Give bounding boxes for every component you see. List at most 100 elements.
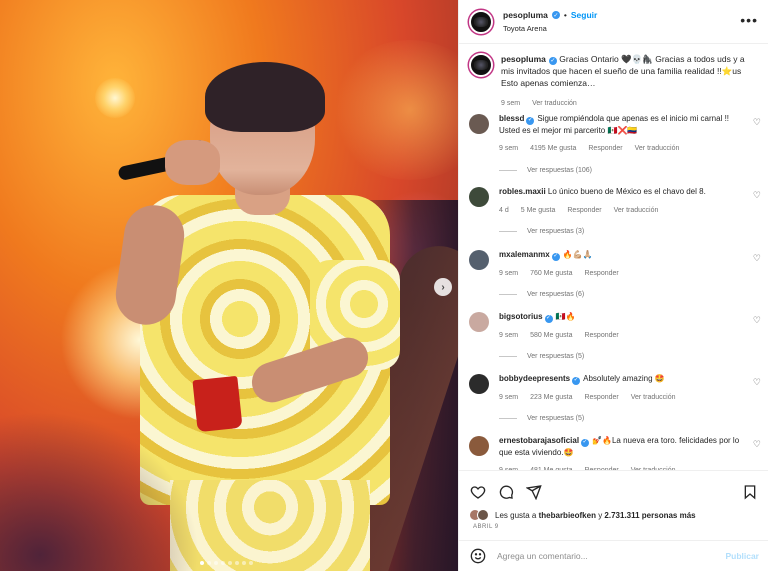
comment-meta: 4 d 5 Me gusta Responder Ver traducción bbox=[499, 205, 744, 217]
view-replies-label[interactable]: Ver respuestas (5) bbox=[527, 353, 584, 360]
comment-username[interactable]: bigsotorius bbox=[499, 312, 543, 321]
comment-input[interactable]: Agrega un comentario... bbox=[497, 551, 588, 561]
post-side-panel: pesopluma ✓ • Seguir Toyota Arena ••• pe… bbox=[458, 0, 768, 571]
comment-time[interactable]: 9 sem bbox=[499, 330, 518, 342]
next-photo-button[interactable]: › bbox=[434, 278, 452, 296]
translate-link[interactable]: Ver traducción bbox=[614, 205, 659, 217]
replies-line bbox=[499, 294, 517, 296]
comment-body: ernestobarajasoficial ✓ 💅🔥La nueva era tor… bbox=[499, 435, 744, 470]
view-replies[interactable]: Ver respuestas (5) bbox=[499, 353, 768, 360]
comment-like-icon[interactable]: ♡ bbox=[753, 117, 761, 128]
comment-text: 🔥💪🏼🙏🏼 bbox=[562, 250, 593, 259]
comment-time[interactable]: 9 sem bbox=[499, 392, 518, 404]
post-photo[interactable]: › bbox=[0, 0, 458, 571]
translate-link[interactable]: Ver traducción bbox=[631, 392, 676, 404]
verified-icon: ✓ bbox=[581, 438, 590, 447]
comment-meta: 9 sem 223 Me gusta Responder Ver traducción bbox=[499, 392, 744, 404]
verified-icon: ✓ bbox=[544, 314, 553, 323]
caption: pesopluma ✓ Gracias Ontario 🖤💀🦍 Gracias a… bbox=[459, 45, 768, 110]
comment-like-icon[interactable]: ♡ bbox=[753, 253, 761, 264]
translate-link[interactable]: Ver traducción bbox=[635, 143, 680, 155]
reply-button[interactable]: Responder bbox=[588, 143, 622, 155]
replies-line bbox=[499, 418, 517, 420]
post-date[interactable]: ABRIL 9 bbox=[459, 521, 768, 530]
likes-summary: Les gusta a thebarbieofken y 2.731.311 p… bbox=[459, 501, 768, 521]
carousel-dot bbox=[228, 561, 232, 565]
comment-avatar[interactable] bbox=[469, 250, 489, 270]
comment-username[interactable]: bobbydeepresents bbox=[499, 374, 570, 383]
location-link[interactable]: Toyota Arena bbox=[503, 24, 597, 33]
view-replies-label[interactable]: Ver respuestas (6) bbox=[527, 291, 584, 298]
comment-like-icon[interactable]: ♡ bbox=[753, 377, 761, 388]
reply-button[interactable]: Responder bbox=[584, 268, 618, 280]
comment-like-icon[interactable]: ♡ bbox=[753, 439, 761, 450]
likes-user[interactable]: thebarbieofken bbox=[539, 511, 596, 520]
comment-avatar[interactable] bbox=[469, 374, 489, 394]
comment-block: bigsotorius ✓ 🇲🇽🔥 9 sem 580 Me gusta Responde… bbox=[459, 311, 768, 360]
post-header: pesopluma ✓ • Seguir Toyota Arena ••• bbox=[459, 0, 768, 44]
reply-button[interactable]: Responder bbox=[567, 205, 601, 217]
comment-time[interactable]: 9 sem bbox=[499, 268, 518, 280]
bookmark-icon[interactable] bbox=[741, 483, 759, 501]
comment-time[interactable]: 4 d bbox=[499, 205, 509, 217]
verified-icon: ✓ bbox=[572, 376, 581, 385]
comment-block: ernestobarajasoficial ✓ 💅🔥La nueva era tor… bbox=[459, 435, 768, 470]
comment-text: 🇲🇽🔥 bbox=[555, 312, 576, 321]
comment: bigsotorius ✓ 🇲🇽🔥 9 sem 580 Me gusta Responde… bbox=[459, 311, 768, 341]
comment-likes[interactable]: 223 Me gusta bbox=[530, 392, 572, 404]
likes-and: y bbox=[598, 510, 603, 520]
reply-button[interactable]: Responder bbox=[584, 330, 618, 342]
comment-username[interactable]: mxalemanmx bbox=[499, 250, 550, 259]
comment-likes[interactable]: 760 Me gusta bbox=[530, 268, 572, 280]
comments-scroll[interactable]: pesopluma ✓ Gracias Ontario 🖤💀🦍 Gracias a… bbox=[459, 45, 768, 470]
comment-like-icon[interactable]: ♡ bbox=[753, 190, 761, 201]
add-comment-bar: Agrega un comentario... Publicar bbox=[459, 540, 768, 570]
comment-likes[interactable]: 580 Me gusta bbox=[530, 330, 572, 342]
comment: mxalemanmx ✓ 🔥💪🏼🙏🏼 9 sem 760 Me gusta Respond… bbox=[459, 249, 768, 279]
view-replies-label[interactable]: Ver respuestas (3) bbox=[527, 228, 584, 235]
comment-body: bigsotorius ✓ 🇲🇽🔥 9 sem 580 Me gusta Responde… bbox=[499, 311, 744, 341]
comment-avatar[interactable] bbox=[469, 114, 489, 134]
carousel-dot bbox=[235, 561, 239, 565]
comment-block: robles.maxii Lo único bueno de México es… bbox=[459, 186, 768, 235]
header-username[interactable]: pesopluma bbox=[503, 10, 548, 20]
likes-count[interactable]: 2.731.311 personas más bbox=[604, 511, 695, 520]
carousel-dot bbox=[242, 561, 246, 565]
emoji-icon[interactable] bbox=[469, 547, 487, 565]
publish-button[interactable]: Publicar bbox=[725, 551, 759, 561]
view-replies[interactable]: Ver respuestas (3) bbox=[499, 228, 768, 235]
reply-button[interactable]: Responder bbox=[584, 392, 618, 404]
follow-button[interactable]: Seguir bbox=[571, 10, 597, 20]
caption-body: pesopluma ✓ Gracias Ontario 🖤💀🦍 Gracias a… bbox=[501, 53, 759, 110]
view-replies[interactable]: Ver respuestas (5) bbox=[499, 415, 768, 422]
separator-dot: • bbox=[563, 10, 567, 20]
caption-avatar[interactable] bbox=[469, 53, 493, 77]
caption-username[interactable]: pesopluma bbox=[501, 54, 546, 64]
comment-username[interactable]: robles.maxii bbox=[499, 187, 546, 196]
translate-link[interactable]: Ver traducción bbox=[532, 98, 577, 110]
crowd-blur bbox=[0, 411, 200, 571]
comment-block: blessd ✓ Sigue rompiéndola que apenas es e… bbox=[459, 113, 768, 174]
comment-avatar[interactable] bbox=[469, 436, 489, 456]
comment-likes[interactable]: 5 Me gusta bbox=[521, 205, 556, 217]
view-replies-label[interactable]: Ver respuestas (106) bbox=[527, 167, 592, 174]
share-icon[interactable] bbox=[525, 483, 543, 501]
caption-time[interactable]: 9 sem bbox=[501, 98, 520, 110]
view-replies[interactable]: Ver respuestas (6) bbox=[499, 291, 768, 298]
comment-username[interactable]: blessd bbox=[499, 114, 524, 123]
view-replies-label[interactable]: Ver respuestas (5) bbox=[527, 415, 584, 422]
stage-light bbox=[330, 40, 458, 180]
comment-likes[interactable]: 4195 Me gusta bbox=[530, 143, 576, 155]
view-replies[interactable]: Ver respuestas (106) bbox=[499, 167, 768, 174]
comment-meta: 9 sem 4195 Me gusta Responder Ver traducció… bbox=[499, 143, 744, 155]
comment-like-icon[interactable]: ♡ bbox=[753, 315, 761, 326]
comment-icon[interactable] bbox=[497, 483, 515, 501]
heart-icon[interactable] bbox=[469, 483, 487, 501]
carousel-dots bbox=[200, 561, 253, 565]
avatar[interactable] bbox=[469, 9, 493, 34]
comment-time[interactable]: 9 sem bbox=[499, 143, 518, 155]
comment-avatar[interactable] bbox=[469, 312, 489, 332]
comment-avatar[interactable] bbox=[469, 187, 489, 207]
comment-username[interactable]: ernestobarajasoficial bbox=[499, 436, 579, 445]
more-options-icon[interactable]: ••• bbox=[740, 12, 758, 28]
